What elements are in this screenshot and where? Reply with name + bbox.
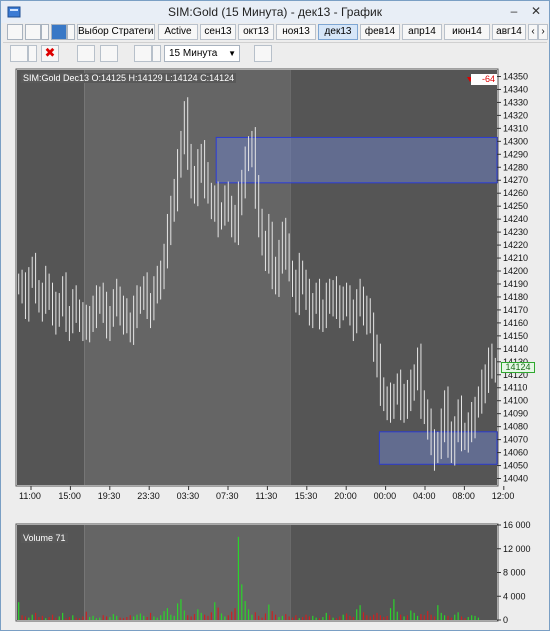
indicators-icon[interactable] xyxy=(100,45,118,62)
close-button[interactable]: ✕ xyxy=(528,4,544,18)
tab-dec13[interactable]: дек13 xyxy=(318,24,358,40)
y-tick-label: 14240 xyxy=(503,214,528,224)
cursor-icon[interactable] xyxy=(10,45,28,62)
volume-y-tick-label: 12 000 xyxy=(503,544,531,554)
tab-feb14[interactable]: фев14 xyxy=(360,24,400,40)
x-tick-label: 00:00 xyxy=(374,491,397,501)
y-tick-label: 14090 xyxy=(503,409,528,419)
x-tick-label: 15:00 xyxy=(58,491,81,501)
bar-style-dropdown-icon[interactable] xyxy=(152,45,161,62)
x-tick-label: 07:30 xyxy=(216,491,239,501)
minimize-button[interactable]: – xyxy=(506,4,522,18)
session-band xyxy=(290,70,497,485)
y-tick-label: 14100 xyxy=(503,396,528,406)
x-tick-label: 11:00 xyxy=(19,491,41,501)
x-tick-label: 04:00 xyxy=(413,491,436,501)
price-chart-header: SIM:Gold Dec13 O:14125 H:14129 L:14124 C… xyxy=(21,73,237,83)
x-tick-label: 19:30 xyxy=(98,491,121,501)
strategy-selector[interactable]: Выбор Стратегии xyxy=(77,24,155,40)
window-title: SIM:Gold (15 Минута) - дек13 - График xyxy=(168,5,382,19)
x-tick-label: 20:00 xyxy=(334,491,357,501)
y-tick-label: 14250 xyxy=(503,201,528,211)
x-tick-label: 12:00 xyxy=(492,491,515,501)
y-tick-label: 14290 xyxy=(503,149,528,159)
tab-scroll-left[interactable]: ‹ xyxy=(528,24,538,40)
chart-area[interactable]: 14350 14340 14330 14320 14310 14300 14290 14280… xyxy=(10,65,546,628)
y-tick-label: 14230 xyxy=(503,227,528,237)
interval-value: 15 Минута xyxy=(169,48,218,59)
x-tick-label: 03:30 xyxy=(177,491,200,501)
volume-y-tick-label: 16 000 xyxy=(503,520,531,530)
delete-icon[interactable]: ✖ xyxy=(41,45,59,62)
y-tick-label: 14210 xyxy=(503,253,528,263)
print-dropdown-icon[interactable] xyxy=(41,24,49,40)
y-tick-label: 14060 xyxy=(503,448,528,458)
bar-style-icon[interactable] xyxy=(134,45,152,62)
volume-y-tick-label: 0 xyxy=(503,615,508,625)
y-tick-label: 14320 xyxy=(503,110,528,120)
chart-type-icon[interactable] xyxy=(7,24,23,40)
y-tick-label: 14040 xyxy=(503,474,528,484)
y-tick-label: 14200 xyxy=(503,266,528,276)
y-tick-label: 14350 xyxy=(503,71,528,81)
panel-icon[interactable] xyxy=(254,45,272,62)
y-tick-label: 14140 xyxy=(503,344,528,354)
tab-scroll-right[interactable]: › xyxy=(538,24,548,40)
y-tick-label: 14220 xyxy=(503,240,528,250)
x-tick-label: 15:30 xyxy=(295,491,318,501)
y-tick-label: 14050 xyxy=(503,461,528,471)
tab-apr14[interactable]: апр14 xyxy=(402,24,442,40)
x-tick-label: 08:00 xyxy=(452,491,475,501)
volume-y-tick-label: 4 000 xyxy=(503,591,526,601)
strategy-icon[interactable] xyxy=(51,24,67,40)
volume-y-tick-label: 8 000 xyxy=(503,568,526,578)
strategy-dropdown-icon[interactable] xyxy=(67,24,75,40)
y-tick-label: 14280 xyxy=(503,162,528,172)
y-tick-label: 14110 xyxy=(503,383,527,393)
alert-value: -64 xyxy=(481,74,495,84)
interval-select[interactable]: 15 Минута ▼ xyxy=(164,45,240,62)
y-tick-label: 14160 xyxy=(503,318,528,328)
y-tick-label: 14340 xyxy=(503,84,528,94)
toolbar-bottom: ✖ 15 Минута ▼ xyxy=(3,42,547,62)
x-tick-label: 23:30 xyxy=(137,491,160,501)
x-tick-label: 11:30 xyxy=(255,491,277,501)
y-tick-label: 14330 xyxy=(503,97,528,107)
tab-active[interactable]: Active xyxy=(158,24,198,40)
y-tick-label: 14270 xyxy=(503,175,528,185)
chevron-down-icon: ▼ xyxy=(228,49,236,58)
y-tick-label: 14310 xyxy=(503,123,528,133)
tab-sep13[interactable]: сен13 xyxy=(200,24,236,40)
chart-window: SIM:Gold (15 Минута) - дек13 - График – … xyxy=(0,0,550,631)
tab-oct13[interactable]: окт13 xyxy=(238,24,274,40)
y-tick-label: 14070 xyxy=(503,435,528,445)
toolbar-top: Выбор Стратегии Active сен13 окт13 ноя13… xyxy=(3,23,548,41)
chart-canvas[interactable]: 14350 14340 14330 14320 14310 14300 14290 14280… xyxy=(10,65,546,628)
tab-aug14[interactable]: авг14 xyxy=(492,24,526,40)
volume-chart-header: Volume 71 xyxy=(21,533,68,543)
y-tick-label: 14180 xyxy=(503,292,528,302)
cursor-dropdown-icon[interactable] xyxy=(28,45,37,62)
volume-session-band xyxy=(84,525,291,620)
tab-nov13[interactable]: ноя13 xyxy=(276,24,316,40)
y-tick-label: 14260 xyxy=(503,188,528,198)
instrument-list-icon[interactable] xyxy=(77,45,95,62)
y-tick-label: 14150 xyxy=(503,331,528,341)
y-tick-label: 14300 xyxy=(503,136,528,146)
last-price-marker: 14124 xyxy=(501,362,535,373)
y-tick-label: 14080 xyxy=(503,422,528,432)
print-icon[interactable] xyxy=(25,24,41,40)
alert-badge: -64 xyxy=(471,74,497,85)
tab-jun14[interactable]: июн14 xyxy=(444,24,490,40)
session-band xyxy=(17,70,85,485)
title-bar: SIM:Gold (15 Минута) - дек13 - График – … xyxy=(1,1,549,23)
y-tick-label: 14170 xyxy=(503,305,528,315)
y-tick-label: 14190 xyxy=(503,279,528,289)
